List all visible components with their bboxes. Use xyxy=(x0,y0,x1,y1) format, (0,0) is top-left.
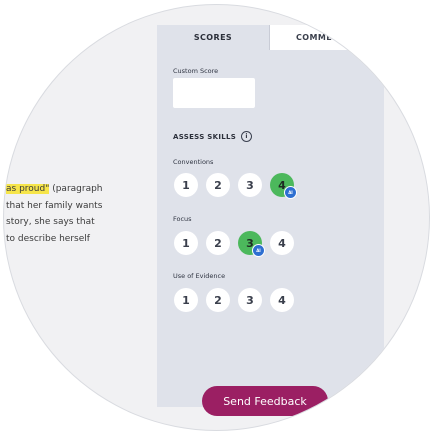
skill-options-conventions: 1 2 3 4 AI xyxy=(174,173,297,199)
magnifier-view: as proud" (paragraph that her family wan… xyxy=(0,0,433,435)
score-option[interactable]: 3 xyxy=(238,173,262,197)
assess-skills-heading: ASSESS SKILLS i xyxy=(173,131,253,142)
tab-scores[interactable]: SCORES xyxy=(157,25,270,50)
score-option[interactable]: 1 xyxy=(174,173,198,197)
custom-score-input[interactable] xyxy=(173,78,255,108)
essay-line: as proud" (paragraph xyxy=(6,184,103,194)
score-option[interactable]: 1 xyxy=(174,288,198,312)
magnifier-lens: as proud" (paragraph that her family wan… xyxy=(4,5,429,430)
score-option[interactable]: 2 xyxy=(206,173,230,197)
score-option[interactable]: 4 xyxy=(270,231,294,255)
essay-line: to describe herself xyxy=(6,233,90,244)
essay-text: as proud" (paragraph that her family wan… xyxy=(6,181,151,247)
score-option[interactable]: 1 xyxy=(174,231,198,255)
highlighted-phrase[interactable]: as proud" xyxy=(6,184,50,194)
skill-label-use-of-evidence: Use of Evidence xyxy=(173,272,226,280)
panel-tabs: SCORES COMME xyxy=(157,25,384,50)
score-option[interactable]: 3 xyxy=(238,288,262,312)
info-icon[interactable]: i xyxy=(241,131,253,142)
score-option[interactable]: 4 xyxy=(270,288,294,312)
score-option[interactable]: 2 xyxy=(206,231,230,255)
scores-panel: SCORES COMME Custom Score ASSESS SKILLS … xyxy=(157,25,384,407)
skill-label-focus: Focus xyxy=(173,215,192,223)
score-option-selected[interactable]: 3 AI xyxy=(238,231,265,257)
score-option[interactable]: 2 xyxy=(206,288,230,312)
custom-score-label: Custom Score xyxy=(173,67,219,75)
skill-options-focus: 1 2 3 AI 4 xyxy=(174,231,294,257)
send-feedback-button[interactable]: Send Feedback xyxy=(202,386,328,416)
skill-options-use-of-evidence: 1 2 3 4 xyxy=(174,288,294,312)
essay-line: that her family wants xyxy=(6,200,103,211)
score-option-selected[interactable]: 4 AI xyxy=(270,173,297,199)
ai-badge-icon: AI xyxy=(252,244,265,257)
ai-badge-icon: AI xyxy=(284,186,297,199)
skill-label-conventions: Conventions xyxy=(173,158,214,166)
tab-comments[interactable]: COMME xyxy=(270,25,384,50)
essay-line: story, she says that xyxy=(6,217,95,227)
